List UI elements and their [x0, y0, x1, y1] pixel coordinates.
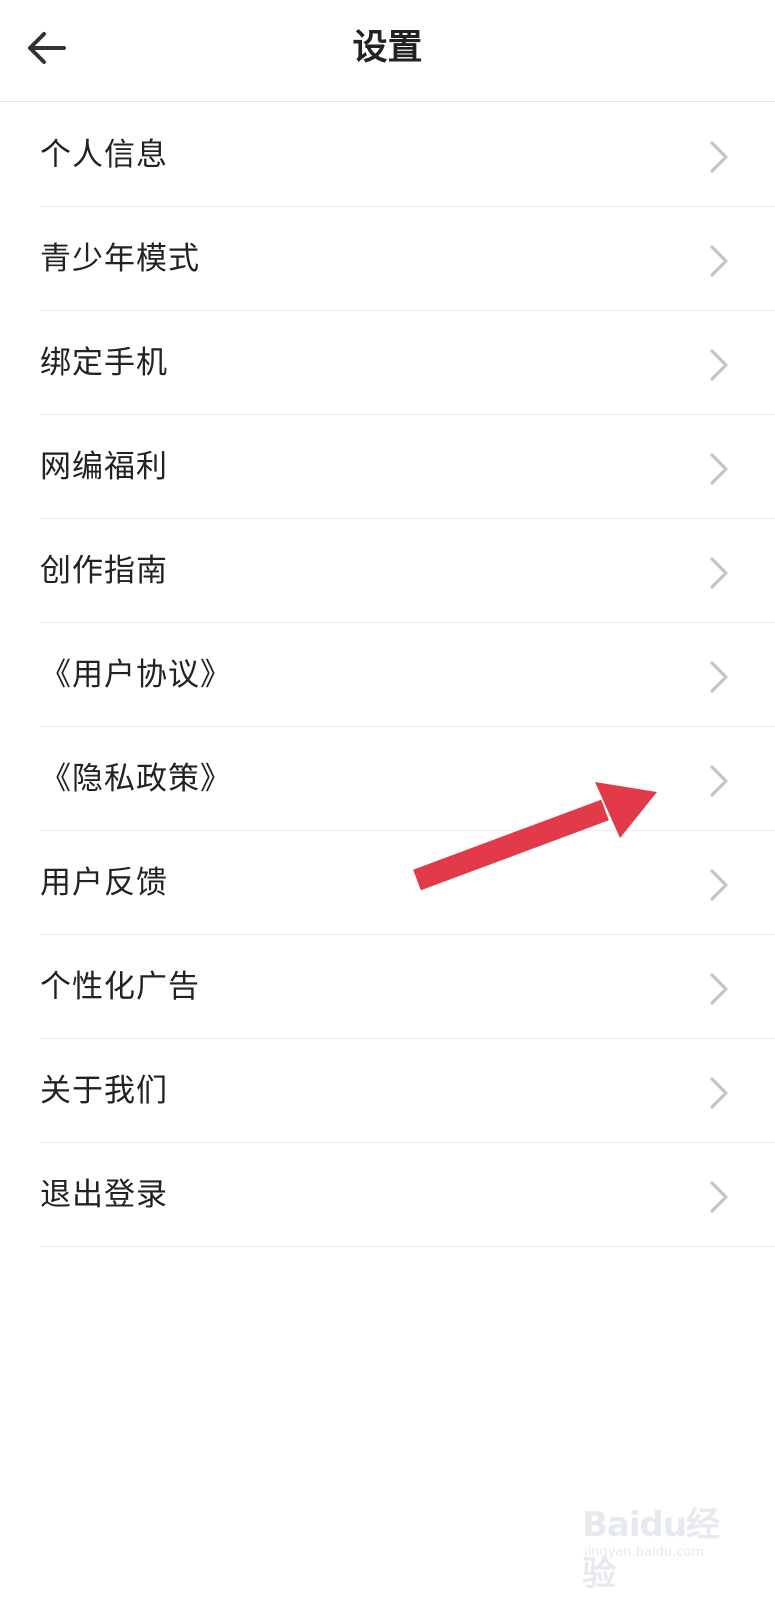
page-title: 设置: [352, 28, 423, 68]
settings-item-teen-mode[interactable]: 青少年模式: [40, 207, 775, 311]
chevron-right-icon: [710, 349, 728, 381]
chevron-right-icon: [710, 141, 728, 173]
settings-item-logout[interactable]: 退出登录: [40, 1143, 775, 1247]
settings-item-label: 个人信息: [40, 137, 168, 173]
top-bar: 设置: [0, 0, 775, 102]
chevron-right-icon: [710, 453, 728, 485]
settings-item-creation-guide[interactable]: 创作指南: [40, 519, 775, 623]
settings-item-editor-benefits[interactable]: 网编福利: [40, 415, 775, 519]
settings-item-personalized-ads[interactable]: 个性化广告: [40, 935, 775, 1039]
settings-item-label: 用户反馈: [40, 865, 168, 901]
chevron-right-icon: [710, 973, 728, 1005]
chevron-right-icon: [710, 661, 728, 693]
settings-list: 个人信息 青少年模式 绑定手机 网编福利 创作指南 《用户协议》 《隐私政策》 …: [0, 103, 775, 1247]
settings-item-label: 创作指南: [40, 553, 168, 589]
settings-item-label: 《用户协议》: [40, 657, 232, 693]
settings-item-label: 个性化广告: [40, 969, 200, 1005]
chevron-right-icon: [710, 765, 728, 797]
settings-item-label: 绑定手机: [40, 345, 168, 381]
chevron-right-icon: [710, 1077, 728, 1109]
settings-item-label: 网编福利: [40, 449, 168, 485]
chevron-right-icon: [710, 245, 728, 277]
settings-item-personal-info[interactable]: 个人信息: [40, 103, 775, 207]
settings-item-label: 《隐私政策》: [40, 761, 232, 797]
settings-item-feedback[interactable]: 用户反馈: [40, 831, 775, 935]
settings-item-user-agreement[interactable]: 《用户协议》: [40, 623, 775, 727]
watermark-url: jingyan.baidu.com: [584, 1545, 704, 1560]
chevron-right-icon: [710, 869, 728, 901]
settings-item-bind-phone[interactable]: 绑定手机: [40, 311, 775, 415]
chevron-right-icon: [710, 1181, 728, 1213]
chevron-right-icon: [710, 557, 728, 589]
settings-item-label: 退出登录: [40, 1177, 168, 1213]
settings-item-about-us[interactable]: 关于我们: [40, 1039, 775, 1143]
settings-item-label: 青少年模式: [40, 241, 200, 277]
settings-item-label: 关于我们: [40, 1073, 168, 1109]
settings-item-privacy-policy[interactable]: 《隐私政策》: [40, 727, 775, 831]
baidu-jingyan-watermark: Baidu经验 jingyan.baidu.com: [578, 1485, 738, 1594]
